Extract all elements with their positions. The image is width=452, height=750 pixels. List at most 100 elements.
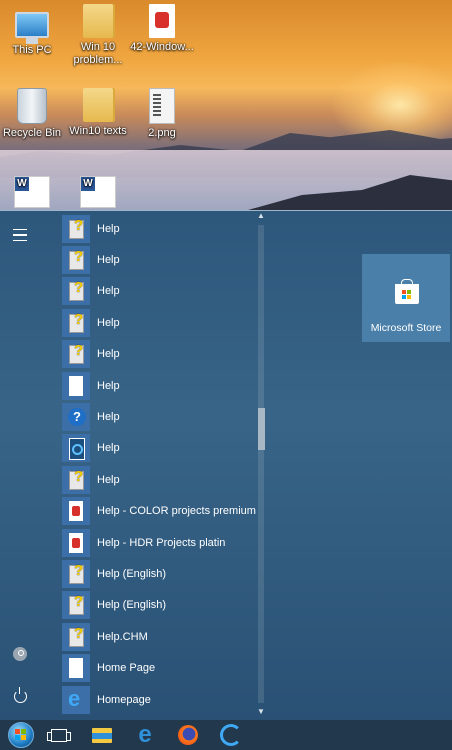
- folder-icon: [83, 88, 113, 122]
- firefox-button[interactable]: [167, 720, 209, 750]
- scroll-down-arrow-icon[interactable]: ▼: [257, 707, 265, 716]
- chm-help-icon: [62, 465, 90, 494]
- task-view-icon: [47, 728, 71, 742]
- app-list-item[interactable]: Help: [60, 433, 256, 464]
- scroll-up-arrow-icon[interactable]: ▲: [257, 211, 265, 220]
- app-label: Help - COLOR projects premium: [97, 505, 256, 518]
- pdf-icon: [62, 528, 90, 557]
- pdf-file-icon: [149, 4, 175, 38]
- app-label: Help - HDR Projects platin: [97, 536, 226, 549]
- app-label: Help.CHM: [97, 630, 148, 643]
- desktop-icon-label: Win10 texts: [69, 125, 127, 137]
- file-explorer-button[interactable]: [81, 720, 123, 750]
- desktop-icon-word-doc-2[interactable]: [62, 176, 134, 210]
- app-list-item[interactable]: Help: [60, 276, 256, 307]
- power-button[interactable]: [0, 678, 40, 714]
- sync-app-icon: [220, 724, 242, 746]
- chm-help-icon: [62, 591, 90, 620]
- chm-help-icon: [62, 246, 90, 275]
- app-list-item[interactable]: Home Page: [60, 652, 256, 683]
- app-list: Help Help Help Help Help Help Help Help …: [60, 213, 256, 715]
- app-label: Help: [97, 254, 120, 267]
- app-list-item[interactable]: Help: [60, 464, 256, 495]
- app-label: Help: [97, 379, 120, 392]
- sync-app-button[interactable]: [210, 720, 252, 750]
- app-label: Help: [97, 285, 120, 298]
- desktop-wallpaper: This PC Win 10 problem... 42-Window... R…: [0, 0, 452, 210]
- app-list-item[interactable]: Help: [60, 401, 256, 432]
- app-list-item[interactable]: Help: [60, 213, 256, 244]
- app-list-item[interactable]: Help: [60, 307, 256, 338]
- chm-help-icon: [62, 277, 90, 306]
- pdf-icon: [62, 497, 90, 526]
- expand-menu-button[interactable]: [0, 217, 40, 253]
- chm-help-icon: [62, 559, 90, 588]
- desktop-icon-label: This PC: [12, 44, 52, 56]
- task-view-button[interactable]: [38, 720, 80, 750]
- desktop-icon-label: Win 10 problem...: [73, 41, 123, 66]
- app-label: Help: [97, 222, 120, 235]
- hamburger-icon: [13, 229, 27, 241]
- firefox-icon: [178, 725, 198, 745]
- document-icon: [62, 654, 90, 683]
- app-label: Help: [97, 411, 120, 424]
- word-document-icon: [14, 176, 50, 208]
- cyberlink-help-icon: [62, 434, 90, 463]
- desktop-icon-label: 42-Window...: [130, 41, 194, 53]
- scrollbar-thumb[interactable]: [258, 408, 265, 450]
- app-list-item[interactable]: Homepage: [60, 684, 256, 715]
- edge-icon: e: [138, 721, 152, 748]
- word-document-icon: [80, 176, 116, 208]
- app-list-item[interactable]: Help: [60, 339, 256, 370]
- app-label: Help (English): [97, 599, 167, 612]
- app-label: Help: [97, 442, 120, 455]
- app-list-item[interactable]: Help - HDR Projects platin: [60, 527, 256, 558]
- power-icon: [13, 686, 27, 703]
- chm-help-icon: [62, 308, 90, 337]
- app-list-item[interactable]: Help: [60, 244, 256, 275]
- app-list-item[interactable]: Help (English): [60, 590, 256, 621]
- desktop-icon-42-windows[interactable]: 42-Window...: [126, 4, 198, 54]
- start-orb-icon: [8, 722, 34, 748]
- internet-explorer-icon: [62, 685, 90, 714]
- desktop-icon-word-doc[interactable]: [0, 176, 68, 210]
- scrollbar-track[interactable]: [258, 225, 264, 703]
- tile-microsoft-store[interactable]: Microsoft Store: [362, 254, 450, 342]
- app-list-item[interactable]: Help - COLOR projects premium: [60, 496, 256, 527]
- app-list-item[interactable]: Help (English): [60, 558, 256, 589]
- desktop-icon-label: Recycle Bin: [2, 127, 62, 139]
- app-label: Help: [97, 473, 120, 486]
- tile-label: Microsoft Store: [370, 322, 442, 334]
- file-explorer-icon: [92, 727, 112, 743]
- chm-help-icon: [62, 214, 90, 243]
- image-file-icon: [149, 88, 175, 124]
- app-label: Home Page: [97, 662, 156, 675]
- app-list-item[interactable]: Help.CHM: [60, 621, 256, 652]
- user-icon: [13, 647, 27, 661]
- app-list-scrollbar[interactable]: ▲ ▼: [256, 211, 266, 719]
- desktop-icon-this-pc[interactable]: This PC: [0, 8, 68, 57]
- desktop-icon-win10-problems[interactable]: Win 10 problem...: [62, 4, 134, 67]
- recycle-bin-icon: [17, 88, 47, 124]
- user-account-button[interactable]: [0, 636, 40, 672]
- app-label: Homepage: [97, 693, 151, 706]
- desktop-icon-win10-texts[interactable]: Win10 texts: [62, 88, 134, 138]
- app-list-item[interactable]: Help: [60, 370, 256, 401]
- store-bag-icon: [395, 279, 419, 304]
- app-label: Help: [97, 316, 120, 329]
- app-label: Help (English): [97, 567, 167, 580]
- start-menu: Help Help Help Help Help Help Help Help …: [0, 210, 452, 721]
- start-left-rail: [0, 211, 40, 721]
- edge-button[interactable]: e: [124, 720, 166, 750]
- start-button[interactable]: [0, 720, 42, 750]
- chm-help-icon: [62, 622, 90, 651]
- desktop-icon-2-png[interactable]: 2.png: [126, 88, 198, 140]
- question-mark-icon: [62, 403, 90, 432]
- chm-help-icon: [62, 340, 90, 369]
- document-icon: [62, 371, 90, 400]
- computer-icon: [15, 12, 49, 44]
- desktop-icon-label: 2.png: [148, 127, 176, 139]
- desktop-icon-recycle-bin[interactable]: Recycle Bin: [0, 88, 68, 140]
- app-label: Help: [97, 348, 120, 361]
- folder-icon: [83, 4, 113, 38]
